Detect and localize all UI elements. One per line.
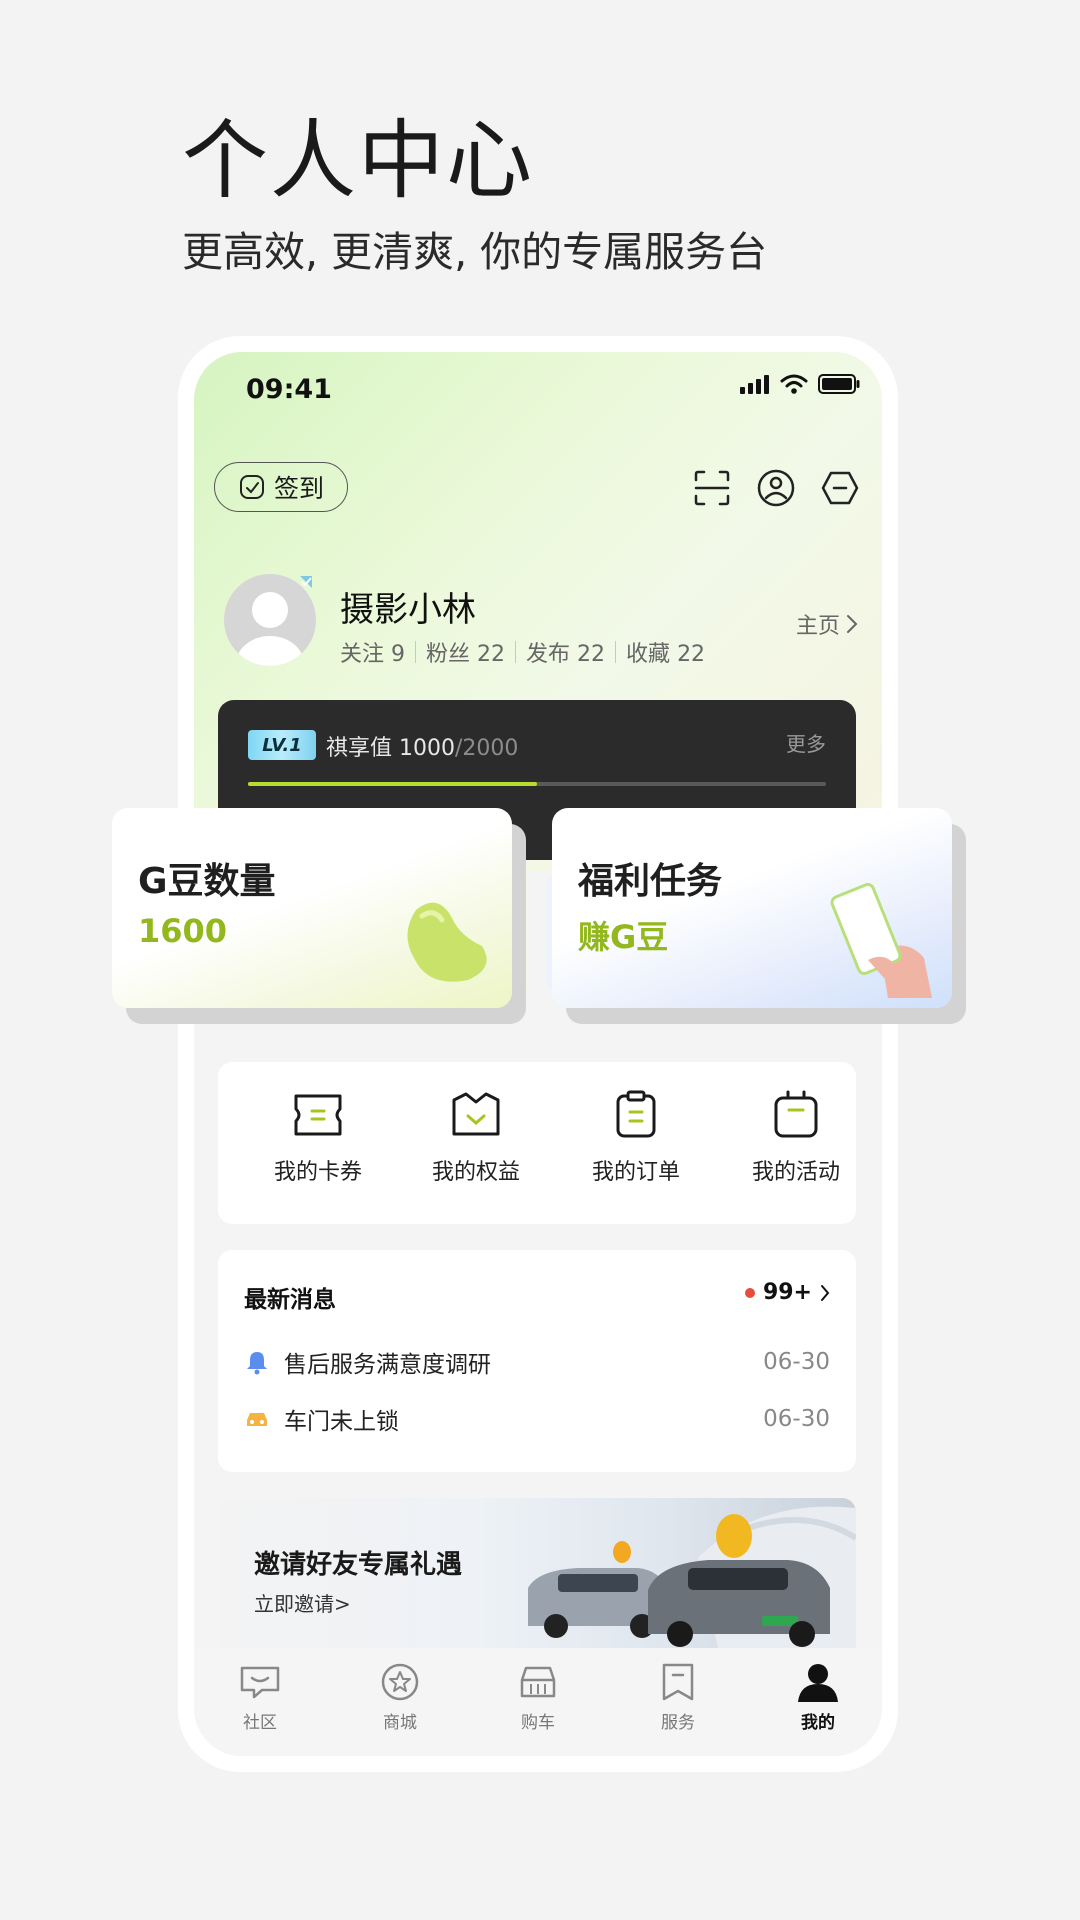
message-item[interactable]: 售后服务满意度调研 06-30 — [244, 1345, 830, 1379]
service-icon — [662, 1663, 694, 1701]
bean-icon — [407, 902, 487, 982]
hero-title: 个人中心 — [182, 111, 534, 211]
car-icon — [247, 1413, 267, 1426]
hero-subtitle: 更高效, 更清爽, 你的专属服务台 — [182, 228, 768, 276]
profile-icon — [798, 1664, 838, 1702]
level-points: 祺享值 1000/2000 — [326, 736, 519, 761]
coupon-icon — [294, 1094, 342, 1136]
tab-service[interactable]: 服务 — [638, 1662, 718, 1733]
homepage-link[interactable]: 主页 — [796, 608, 858, 640]
quick-action-coupons[interactable]: 我的卡券 — [258, 1090, 378, 1186]
quick-action-activities[interactable]: 我的活动 — [736, 1090, 856, 1186]
wifi-icon — [780, 374, 808, 394]
level-progress-fill — [248, 782, 537, 786]
bell-icon — [247, 1352, 267, 1375]
tab-label: 我的 — [801, 1713, 835, 1733]
quick-actions: 我的卡券 我的权益 我的订单 我的活动 — [218, 1062, 856, 1224]
phone-hand-icon — [830, 883, 932, 998]
chevron-right-icon — [847, 615, 858, 633]
quick-action-label: 我的订单 — [591, 1160, 680, 1185]
level-progress-track — [248, 782, 826, 786]
buy-car-icon — [520, 1666, 556, 1698]
username: 摄影小林 — [340, 590, 476, 630]
beans-card-title: G豆数量 — [138, 861, 276, 902]
quick-action-label: 我的卡券 — [273, 1160, 362, 1185]
beans-count: 1600 — [138, 912, 228, 950]
quick-action-label: 我的权益 — [431, 1160, 520, 1185]
tab-buy-car[interactable]: 购车 — [498, 1662, 578, 1733]
beans-card[interactable]: G豆数量 1600 — [112, 808, 512, 1008]
tab-label: 购车 — [521, 1713, 555, 1733]
orders-icon — [616, 1090, 656, 1138]
banner-cta[interactable]: 立即邀请> — [254, 1588, 351, 1617]
tab-label: 社区 — [243, 1713, 277, 1733]
status-icons — [740, 374, 860, 394]
latest-messages: 最新消息 99+ 售后服务满意度调研 06-30 车门未上锁 06-30 — [218, 1250, 856, 1472]
message-date: 06-30 — [763, 1406, 830, 1432]
messages-title: 最新消息 — [244, 1287, 336, 1313]
quick-action-label: 我的活动 — [751, 1160, 840, 1185]
checkin-label: 签到 — [273, 474, 324, 503]
invite-banner[interactable]: 邀请好友专属礼遇 立即邀请> — [218, 1498, 856, 1648]
tab-label: 商城 — [383, 1713, 417, 1733]
unread-dot — [744, 1287, 755, 1298]
unread-count: 99+ — [762, 1280, 812, 1305]
homepage-label: 主页 — [795, 614, 840, 639]
message-text: 车门未上锁 — [284, 1409, 399, 1435]
stat-divider — [415, 641, 417, 663]
message-date: 06-30 — [763, 1349, 830, 1375]
activities-icon — [774, 1090, 818, 1138]
settings-icon[interactable] — [820, 468, 860, 508]
banner-title: 邀请好友专属礼遇 — [254, 1550, 463, 1580]
tasks-card-title: 福利任务 — [578, 861, 723, 902]
benefits-icon — [452, 1092, 500, 1136]
battery-icon — [818, 374, 860, 394]
stat-fans[interactable]: 粉丝 22 — [426, 636, 505, 668]
stat-divider — [515, 641, 517, 663]
messages-count[interactable]: 99+ — [744, 1280, 830, 1305]
profile-stats: 关注 9 粉丝 22 发布 22 收藏 22 — [340, 636, 705, 668]
phone-screen: 09:41 签到 摄影小林 关注 9 粉丝 22 发布 22 收藏 22 主页 … — [194, 352, 882, 1756]
level-badge: LV.1 — [248, 730, 316, 760]
message-item[interactable]: 车门未上锁 06-30 — [244, 1402, 830, 1436]
verified-badge-icon — [300, 576, 312, 588]
scan-icon[interactable] — [692, 468, 732, 508]
tab-community[interactable]: 社区 — [220, 1662, 300, 1733]
stat-divider — [615, 641, 617, 663]
signal-icon — [740, 375, 769, 394]
tab-mall[interactable]: 商城 — [360, 1662, 440, 1733]
banner-cars-illustration — [528, 1506, 856, 1648]
bottom-tab-bar: 社区 商城 购车 服务 我的 — [194, 1648, 882, 1756]
message-text: 售后服务满意度调研 — [284, 1352, 491, 1378]
stat-posts[interactable]: 发布 22 — [526, 636, 605, 668]
status-time: 09:41 — [246, 374, 332, 405]
community-icon — [240, 1666, 280, 1699]
quick-action-orders[interactable]: 我的订单 — [576, 1090, 696, 1186]
stat-favorites[interactable]: 收藏 22 — [626, 636, 705, 668]
level-more-link[interactable]: 更多 — [786, 728, 826, 757]
mall-icon — [381, 1663, 419, 1701]
quick-action-benefits[interactable]: 我的权益 — [416, 1090, 536, 1186]
chevron-right-icon — [821, 1284, 830, 1301]
user-circle-icon[interactable] — [756, 468, 796, 508]
stat-following[interactable]: 关注 9 — [340, 636, 405, 668]
tab-profile[interactable]: 我的 — [778, 1662, 858, 1733]
tab-label: 服务 — [661, 1713, 695, 1733]
checkin-icon — [239, 475, 264, 499]
tasks-cta: 赚G豆 — [578, 918, 669, 956]
checkin-button[interactable]: 签到 — [214, 462, 348, 512]
tasks-card[interactable]: 福利任务 赚G豆 — [552, 808, 952, 1008]
